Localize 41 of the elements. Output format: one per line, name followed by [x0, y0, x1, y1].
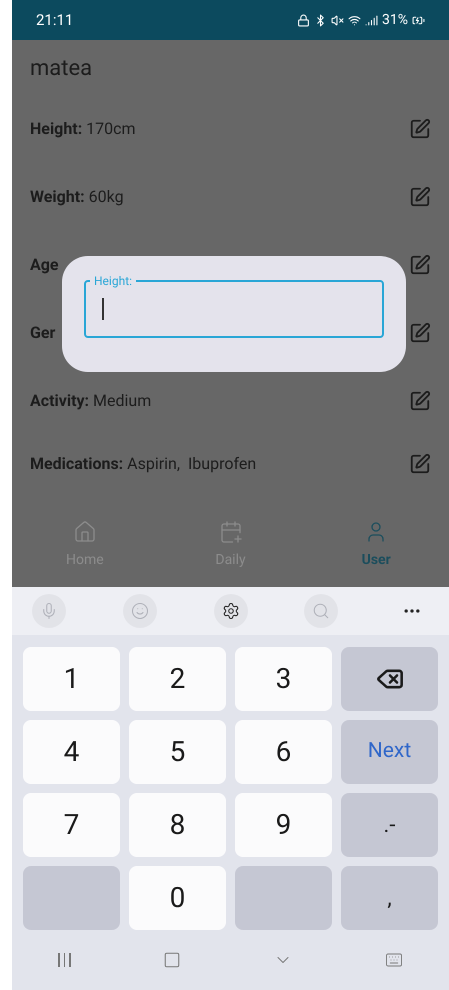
- digit-key[interactable]: 9: [235, 793, 332, 857]
- mute-icon: [331, 14, 344, 26]
- user-name: matea: [29, 55, 94, 83]
- edit-icon[interactable]: [409, 453, 431, 475]
- battery-icon: [412, 14, 425, 26]
- profile-field: Medications: Aspirin, Ibuprofen: [30, 452, 256, 476]
- digit-key[interactable]: 3: [235, 647, 332, 711]
- digit-key[interactable]: 0: [129, 866, 226, 930]
- keyboard-icon[interactable]: [384, 951, 403, 969]
- recents-icon[interactable]: [58, 953, 71, 967]
- calendar-icon: [218, 520, 242, 544]
- signal-icon: [365, 14, 378, 26]
- battery-percent: 31%: [382, 10, 408, 30]
- profile-field: Ger: [30, 321, 56, 345]
- profile-field: Age: [30, 253, 59, 277]
- edit-icon[interactable]: [409, 186, 431, 208]
- profile-field: Weight: 60kg: [30, 185, 124, 209]
- home-button-icon[interactable]: [162, 951, 181, 969]
- edit-icon[interactable]: [409, 322, 431, 344]
- bluetooth-icon: [314, 14, 327, 26]
- digit-key[interactable]: 8: [129, 793, 226, 857]
- profile-field: Height: 170cm: [30, 117, 136, 141]
- edit-icon[interactable]: [409, 254, 431, 276]
- backspace-key[interactable]: [341, 647, 438, 711]
- lock-icon: [297, 14, 310, 26]
- digit-key[interactable]: 7: [23, 793, 120, 857]
- edit-icon[interactable]: [409, 390, 431, 412]
- wifi-icon: [348, 14, 361, 26]
- digit-key[interactable]: 5: [129, 720, 226, 784]
- digit-key[interactable]: 2: [129, 647, 226, 711]
- symbol-key[interactable]: .-: [341, 793, 438, 857]
- symbol-key[interactable]: ,: [341, 866, 438, 930]
- settings-icon[interactable]: [214, 594, 248, 628]
- edit-icon[interactable]: [409, 118, 431, 140]
- text-cursor: [102, 298, 104, 320]
- profile-field: Activity: Medium: [30, 389, 152, 413]
- home-icon: [72, 520, 97, 544]
- digit-key[interactable]: 6: [235, 720, 332, 784]
- digit-key[interactable]: 4: [23, 720, 120, 784]
- status-time: 21:11: [36, 10, 74, 31]
- digit-key[interactable]: 1: [23, 647, 120, 711]
